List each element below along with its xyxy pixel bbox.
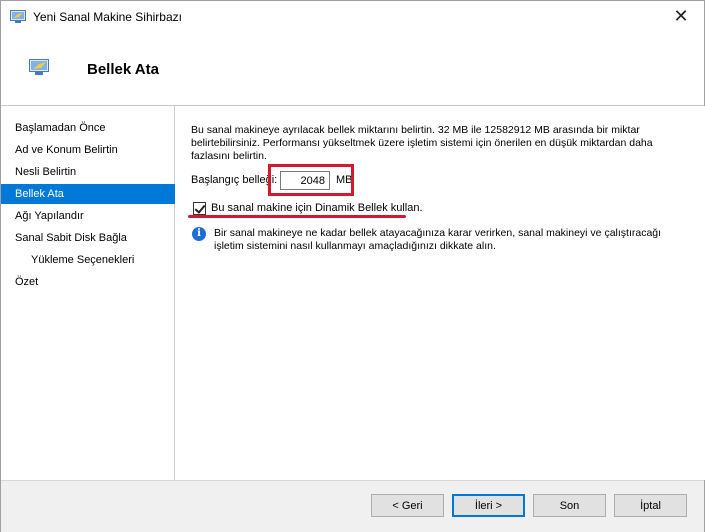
sidebar-item-generation[interactable]: Nesli Belirtin (1, 162, 175, 182)
startup-memory-label: Başlangıç belleği: (191, 174, 278, 186)
close-icon[interactable]: ✕ (658, 1, 704, 31)
sidebar-item-label: Özet (15, 276, 39, 288)
sidebar-item-before-you-begin[interactable]: Başlamadan Önce (1, 118, 175, 138)
info-text: Bir sanal makineye ne kadar bellek ataya… (214, 227, 662, 252)
sidebar-item-summary[interactable]: Özet (1, 272, 175, 292)
wizard-content: Bu sanal makineye ayrılacak bellek mikta… (176, 106, 705, 480)
info-icon: i (192, 227, 206, 241)
sidebar-item-installation-options[interactable]: Yükleme Seçenekleri (1, 250, 175, 270)
memory-description: Bu sanal makineye ayrılacak bellek mikta… (191, 124, 653, 162)
highlight-underline (188, 215, 406, 218)
next-button[interactable]: İleri > (452, 494, 525, 517)
back-button[interactable]: < Geri (371, 494, 444, 517)
sidebar-item-name-location[interactable]: Ad ve Konum Belirtin (1, 140, 175, 160)
sidebar-item-label: Ad ve Konum Belirtin (15, 144, 118, 156)
sidebar-item-label: Ağı Yapılandır (15, 210, 84, 222)
wizard-footer: < Geri İleri > Son İptal (1, 481, 704, 532)
sidebar-item-label: Nesli Belirtin (15, 166, 77, 178)
sidebar-item-label: Bellek Ata (15, 188, 64, 200)
wizard-steps-sidebar: Başlamadan Önce Ad ve Konum Belirtin Nes… (1, 106, 175, 480)
wizard-header: Bellek Ata (1, 31, 704, 105)
cancel-button[interactable]: İptal (614, 494, 687, 517)
dynamic-memory-checkbox[interactable] (193, 202, 206, 215)
sidebar-item-connect-virtual-disk[interactable]: Sanal Sabit Disk Bağla (1, 228, 175, 248)
finish-button[interactable]: Son (533, 494, 606, 517)
sidebar-item-configure-network[interactable]: Ağı Yapılandır (1, 206, 175, 226)
sidebar-item-label: Başlamadan Önce (15, 122, 106, 134)
sidebar-item-label: Sanal Sabit Disk Bağla (15, 232, 127, 244)
window-title: Yeni Sanal Makine Sihirbazı (33, 10, 182, 24)
highlight-box (268, 164, 354, 196)
vm-wizard-icon (10, 10, 26, 23)
sidebar-item-label: Yükleme Seçenekleri (31, 254, 135, 266)
vm-wizard-header-icon (29, 59, 49, 75)
page-title: Bellek Ata (87, 61, 159, 78)
sidebar-item-assign-memory[interactable]: Bellek Ata (1, 184, 175, 204)
title-bar: Yeni Sanal Makine Sihirbazı ✕ (1, 1, 704, 31)
wizard-window: Yeni Sanal Makine Sihirbazı ✕ Bellek Ata… (0, 0, 705, 532)
dynamic-memory-label[interactable]: Bu sanal makine için Dinamik Bellek kull… (211, 202, 423, 214)
